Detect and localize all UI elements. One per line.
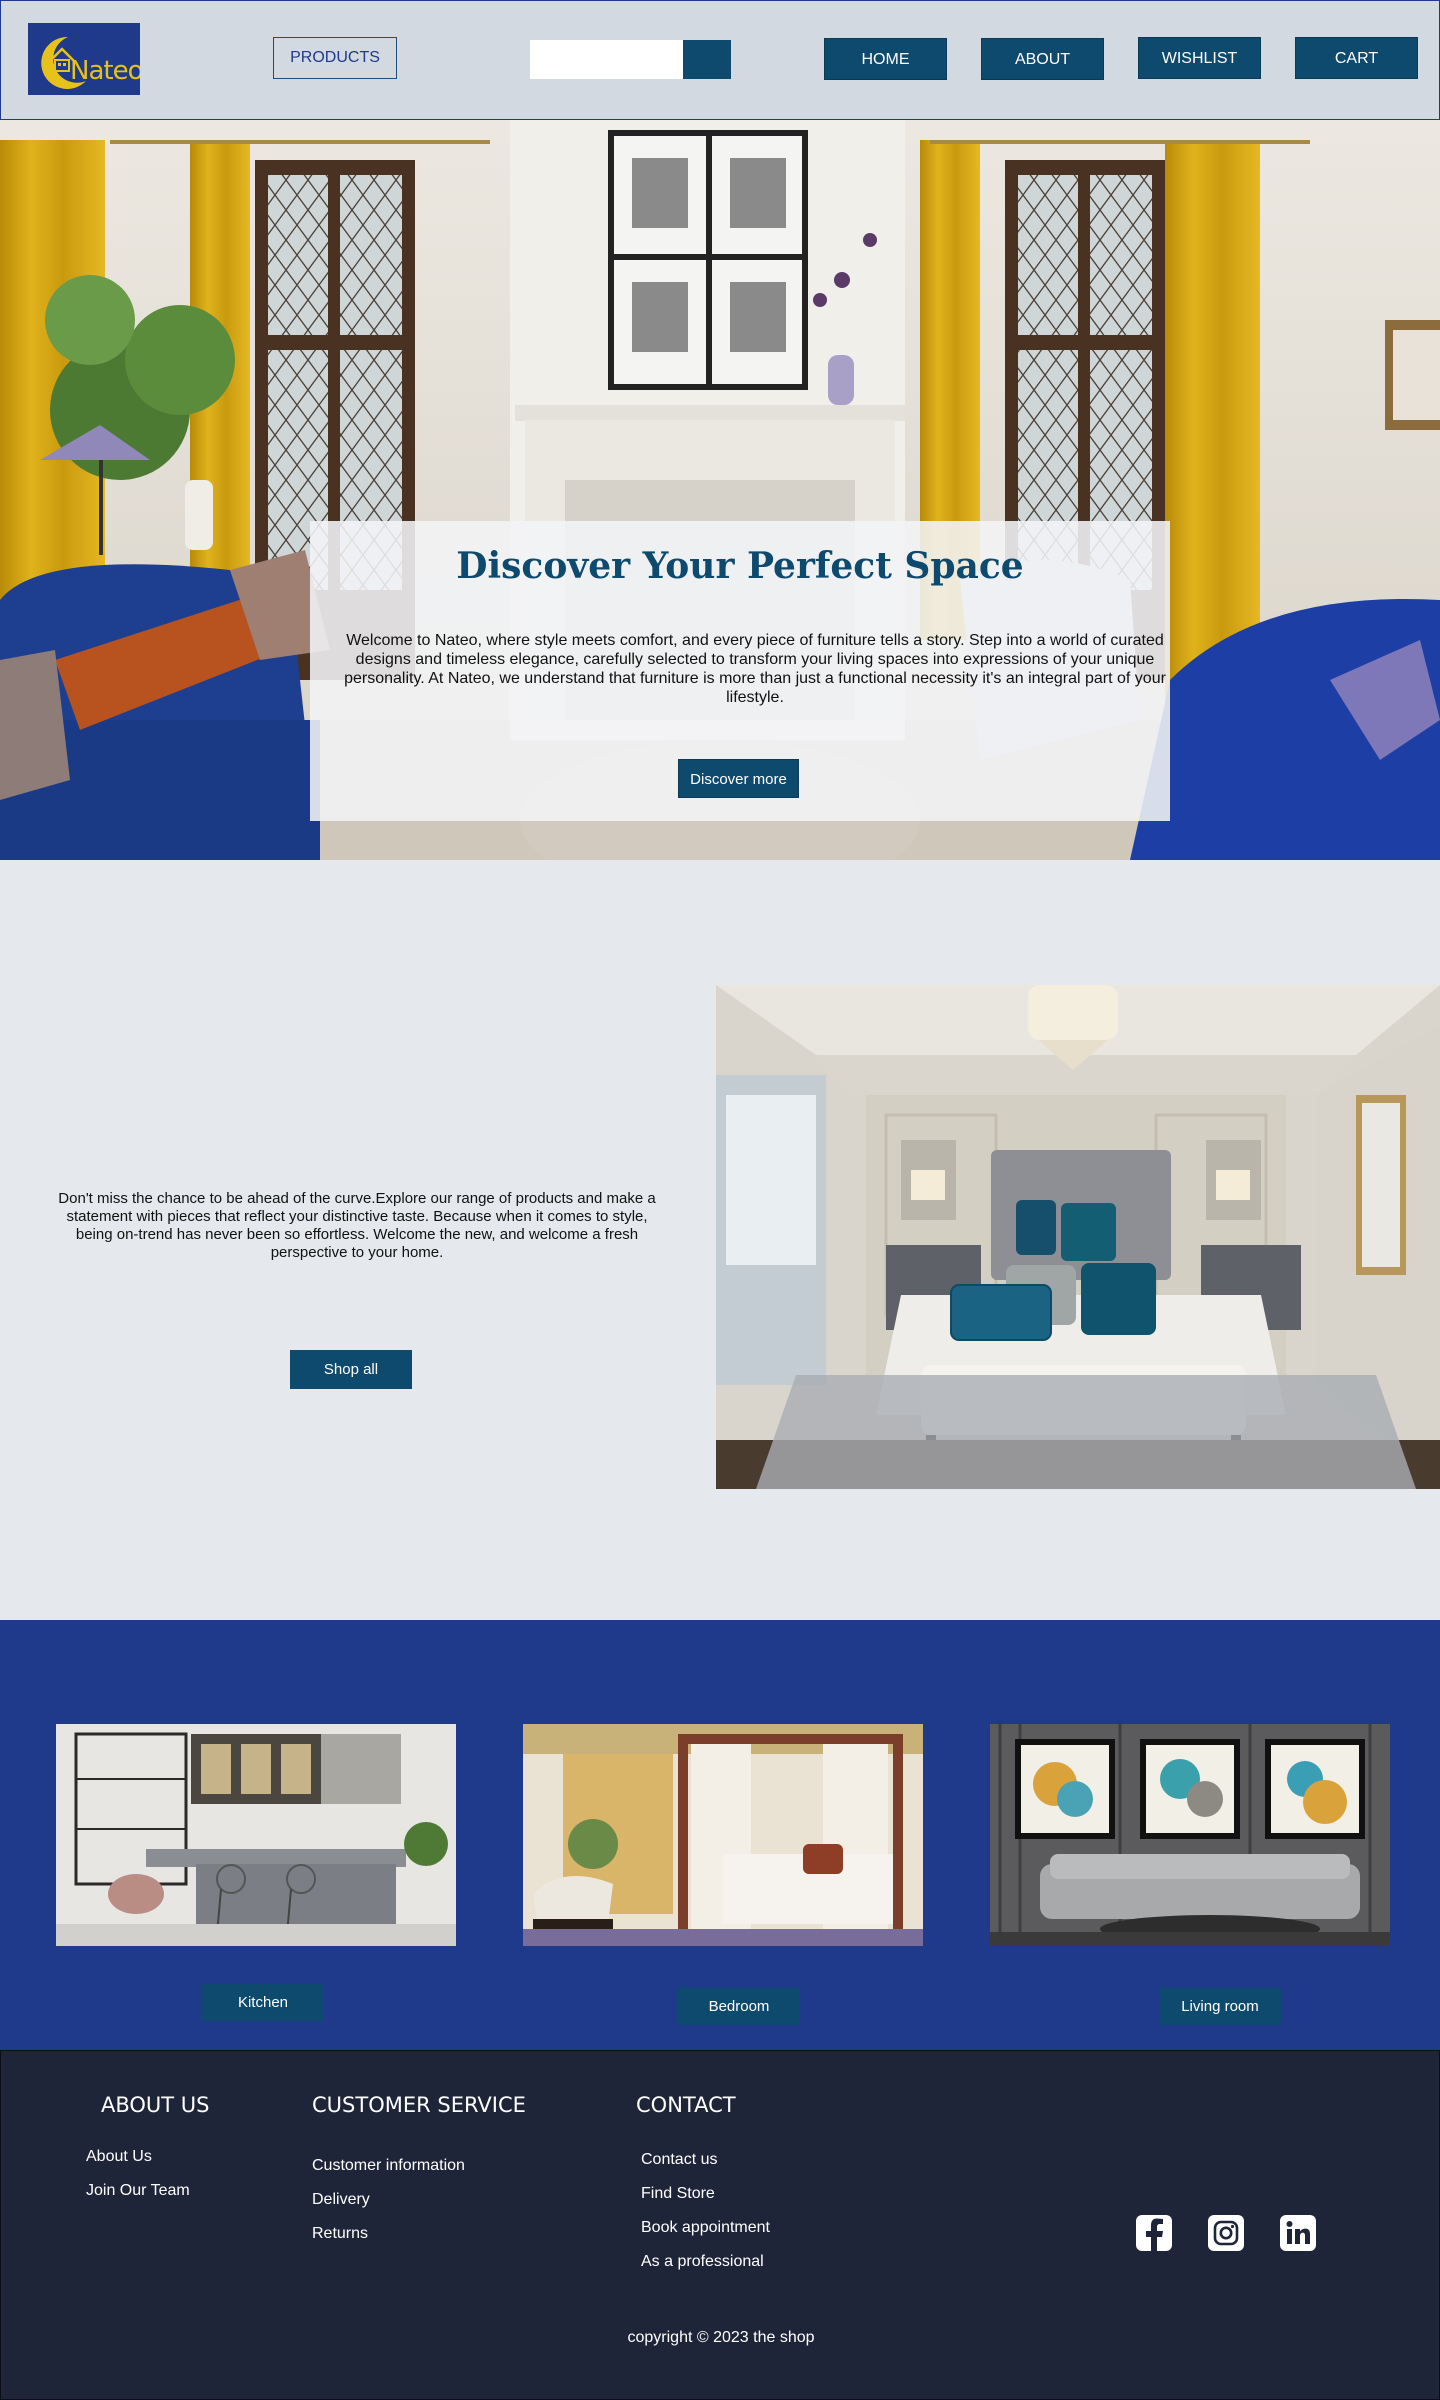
footer-contact-heading: CONTACT — [636, 2093, 736, 2117]
footer-link-returns[interactable]: Returns — [312, 2225, 368, 2243]
footer-link-contact-us[interactable]: Contact us — [641, 2151, 717, 2169]
bedroom-image — [716, 985, 1440, 1489]
footer-link-about-us[interactable]: About Us — [86, 2148, 152, 2166]
nav-home-button[interactable]: HOME — [824, 38, 947, 80]
footer-link-customer-info[interactable]: Customer information — [312, 2157, 465, 2175]
footer-link-professional[interactable]: As a professional — [641, 2253, 764, 2271]
hero-card: Discover Your Perfect Space Welcome to N… — [310, 521, 1170, 821]
footer-link-find-store[interactable]: Find Store — [641, 2185, 715, 2203]
bedroom-button[interactable]: Bedroom — [678, 1988, 800, 2025]
hero-section: Discover Your Perfect Space Welcome to N… — [0, 120, 1440, 860]
kitchen-image[interactable] — [56, 1724, 456, 1946]
living-room-image[interactable] — [990, 1724, 1390, 1946]
brand-logo[interactable]: Nateo — [28, 23, 140, 95]
nav-wishlist-button[interactable]: WISHLIST — [1138, 37, 1261, 79]
discover-more-button[interactable]: Discover more — [678, 759, 799, 798]
footer-link-delivery[interactable]: Delivery — [312, 2191, 370, 2209]
living-room-button[interactable]: Living room — [1159, 1988, 1281, 2025]
promo-text: Don't miss the chance to be ahead of the… — [58, 1190, 656, 1261]
hero-description: Welcome to Nateo, where style meets comf… — [344, 632, 1166, 706]
logo-text: Nateo — [70, 56, 140, 86]
kitchen-button[interactable]: Kitchen — [202, 1984, 324, 2021]
footer-link-join-team[interactable]: Join Our Team — [86, 2182, 190, 2200]
bedroom-category-image[interactable] — [523, 1724, 923, 1946]
nav-about-button[interactable]: ABOUT — [981, 38, 1104, 80]
site-header: Nateo PRODUCTS HOME ABOUT WISHLIST CART — [0, 0, 1440, 120]
copyright-text: copyright © 2023 the shop — [627, 2329, 815, 2346]
instagram-icon[interactable] — [1208, 2215, 1244, 2251]
search-input[interactable] — [530, 40, 683, 79]
linkedin-icon[interactable] — [1280, 2215, 1316, 2251]
facebook-icon[interactable] — [1136, 2215, 1172, 2251]
footer-service-heading: CUSTOMER SERVICE — [312, 2093, 526, 2117]
search-button[interactable] — [683, 40, 731, 79]
nav-cart-button[interactable]: CART — [1295, 37, 1418, 79]
hero-title: Discover Your Perfect Space — [456, 545, 1024, 587]
footer-link-book-appointment[interactable]: Book appointment — [641, 2219, 770, 2237]
footer-about-heading: ABOUT US — [101, 2093, 210, 2117]
categories-section: Kitchen Bedroom Living room — [0, 1620, 1440, 2050]
shop-all-button[interactable]: Shop all — [290, 1350, 412, 1389]
products-button[interactable]: PRODUCTS — [273, 37, 397, 79]
